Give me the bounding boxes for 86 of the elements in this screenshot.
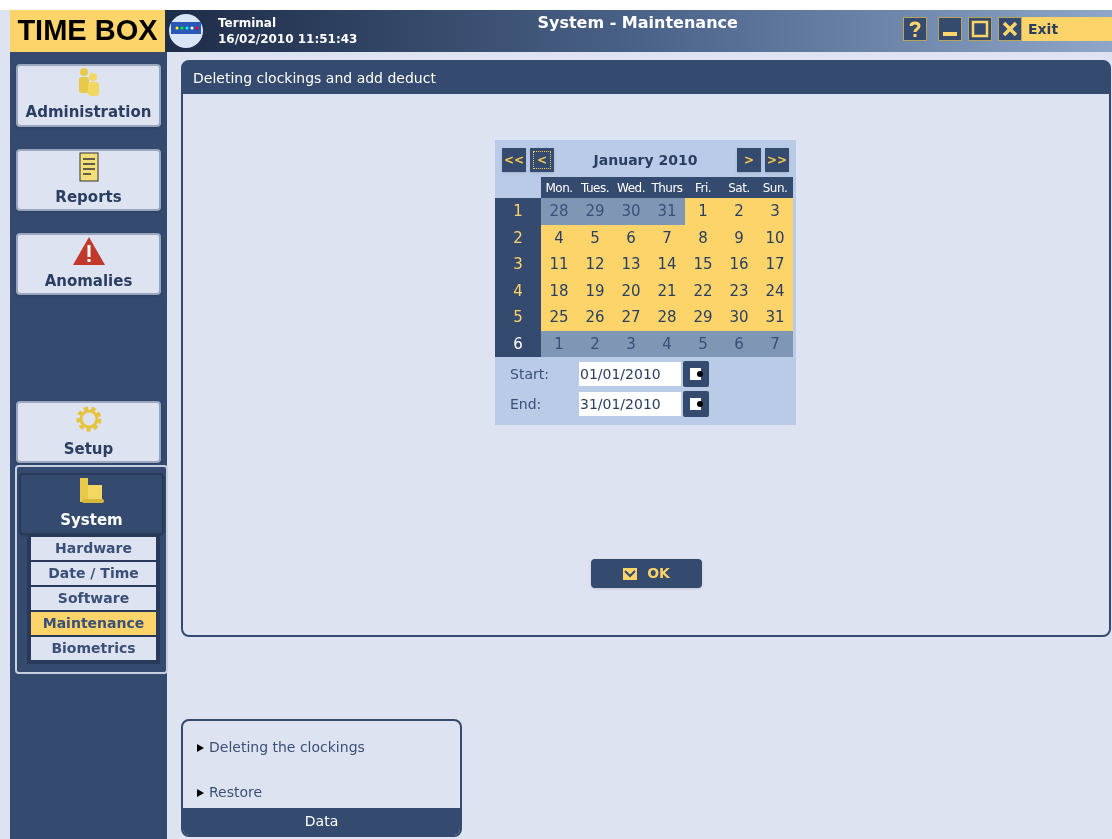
calendar-day[interactable]: 27 bbox=[613, 304, 649, 331]
submenu-item[interactable]: Biometrics bbox=[31, 637, 156, 660]
calendar-day[interactable]: 2 bbox=[721, 198, 757, 225]
calendar-picker-icon[interactable] bbox=[683, 361, 709, 387]
calendar-day[interactable]: 28 bbox=[649, 304, 685, 331]
calendar-day[interactable]: 31 bbox=[757, 304, 793, 331]
next-year-button[interactable]: >> bbox=[765, 148, 789, 172]
calendar-day[interactable]: 22 bbox=[685, 277, 721, 304]
calendar-day[interactable]: 6 bbox=[613, 224, 649, 251]
calendar-day[interactable]: 24 bbox=[757, 277, 793, 304]
calendar-day[interactable]: 14 bbox=[649, 251, 685, 278]
date-label: End: bbox=[509, 394, 543, 414]
date-field[interactable]: 31/01/2010 bbox=[579, 392, 681, 416]
submenu-item[interactable]: Maintenance bbox=[31, 612, 156, 635]
minimize-icon[interactable] bbox=[938, 17, 962, 41]
submenu-item[interactable]: Date / Time bbox=[31, 562, 156, 585]
data-link[interactable]: Restore bbox=[197, 782, 460, 803]
date-time: 16/02/2010 11:51:43 bbox=[218, 31, 358, 47]
week-number: 6 bbox=[495, 330, 541, 357]
calendar-day[interactable]: 5 bbox=[577, 224, 613, 251]
calendar-day[interactable]: 29 bbox=[685, 304, 721, 331]
month-title: January 2010 bbox=[591, 150, 699, 170]
calendar-day[interactable]: 18 bbox=[541, 277, 577, 304]
help-icon[interactable] bbox=[903, 17, 927, 41]
week-number: 5 bbox=[495, 304, 541, 331]
weekday-header: Wed. bbox=[613, 177, 649, 198]
submenu-item[interactable]: Hardware bbox=[31, 537, 156, 560]
weekday-header: Sun. bbox=[757, 177, 793, 198]
weekday-header: Fri. bbox=[685, 177, 721, 198]
calendar-day[interactable]: 4 bbox=[541, 224, 577, 251]
week-number: 2 bbox=[495, 224, 541, 251]
calendar-day[interactable]: 16 bbox=[721, 251, 757, 278]
calendar-day[interactable]: 30 bbox=[721, 304, 757, 331]
calendar-day[interactable]: 17 bbox=[757, 251, 793, 278]
weekday-header: Mon. bbox=[541, 177, 577, 198]
weekday-header: Sat. bbox=[721, 177, 757, 198]
calendar-day[interactable]: 7 bbox=[649, 224, 685, 251]
calendar-day[interactable]: 20 bbox=[613, 277, 649, 304]
nav-button[interactable]: Reports bbox=[16, 149, 161, 211]
calendar-day[interactable]: 21 bbox=[649, 277, 685, 304]
warning-icon bbox=[71, 235, 106, 266]
close-icon[interactable] bbox=[998, 17, 1022, 41]
date-field[interactable]: 01/01/2010 bbox=[579, 362, 681, 386]
weekday-header: Thurs bbox=[649, 177, 685, 198]
previous-month-button[interactable]: < bbox=[530, 148, 554, 172]
maximize-icon[interactable] bbox=[968, 17, 992, 41]
week-number: 4 bbox=[495, 277, 541, 304]
terminal-icon bbox=[168, 13, 204, 49]
window-title: System - Maintenance bbox=[537, 12, 738, 34]
ok-button[interactable]: OK bbox=[591, 559, 702, 588]
data-footer: Data bbox=[183, 808, 460, 835]
calendar-day[interactable]: 19 bbox=[577, 277, 613, 304]
calendar-day[interactable]: 13 bbox=[613, 251, 649, 278]
calendar-day[interactable]: 3 bbox=[757, 198, 793, 225]
terminal-label: Terminal bbox=[218, 15, 278, 31]
week-number: 1 bbox=[495, 198, 541, 225]
calendar-day[interactable]: 26 bbox=[577, 304, 613, 331]
triangle-icon bbox=[197, 743, 204, 752]
calendar-day[interactable]: 9 bbox=[721, 224, 757, 251]
next-month-button[interactable]: > bbox=[737, 148, 761, 172]
envelope-icon bbox=[623, 567, 638, 580]
week-number: 3 bbox=[495, 251, 541, 278]
calendar-day[interactable]: 15 bbox=[685, 251, 721, 278]
calendar-day[interactable]: 23 bbox=[721, 277, 757, 304]
weekday-header: Tues. bbox=[577, 177, 613, 198]
calendar-day[interactable]: 25 bbox=[541, 304, 577, 331]
triangle-icon bbox=[197, 788, 204, 797]
server-icon bbox=[77, 476, 106, 505]
calendar-day[interactable]: 11 bbox=[541, 251, 577, 278]
calendar-day[interactable]: 12 bbox=[577, 251, 613, 278]
exit-button[interactable]: Exit bbox=[1022, 17, 1112, 41]
submenu-item[interactable]: Software bbox=[31, 587, 156, 610]
nav-button[interactable]: Setup bbox=[16, 401, 161, 463]
nav-button[interactable]: Anomalies bbox=[16, 233, 161, 295]
nav-button[interactable]: Administration bbox=[16, 64, 161, 127]
nav-button[interactable]: System bbox=[19, 473, 164, 535]
panel-title: Deleting clockings and add deduct bbox=[183, 62, 1109, 94]
calendar-day[interactable]: 10 bbox=[757, 224, 793, 251]
calendar-picker-icon[interactable] bbox=[683, 391, 709, 417]
app-logo: TIME BOX bbox=[10, 10, 165, 52]
document-icon bbox=[78, 151, 99, 182]
date-label: Start: bbox=[509, 364, 550, 384]
calendar-day[interactable]: 1 bbox=[685, 198, 721, 225]
data-link[interactable]: Deleting the clockings bbox=[197, 737, 460, 758]
calendar-day[interactable]: 8 bbox=[685, 224, 721, 251]
previous-year-button[interactable]: << bbox=[502, 148, 526, 172]
